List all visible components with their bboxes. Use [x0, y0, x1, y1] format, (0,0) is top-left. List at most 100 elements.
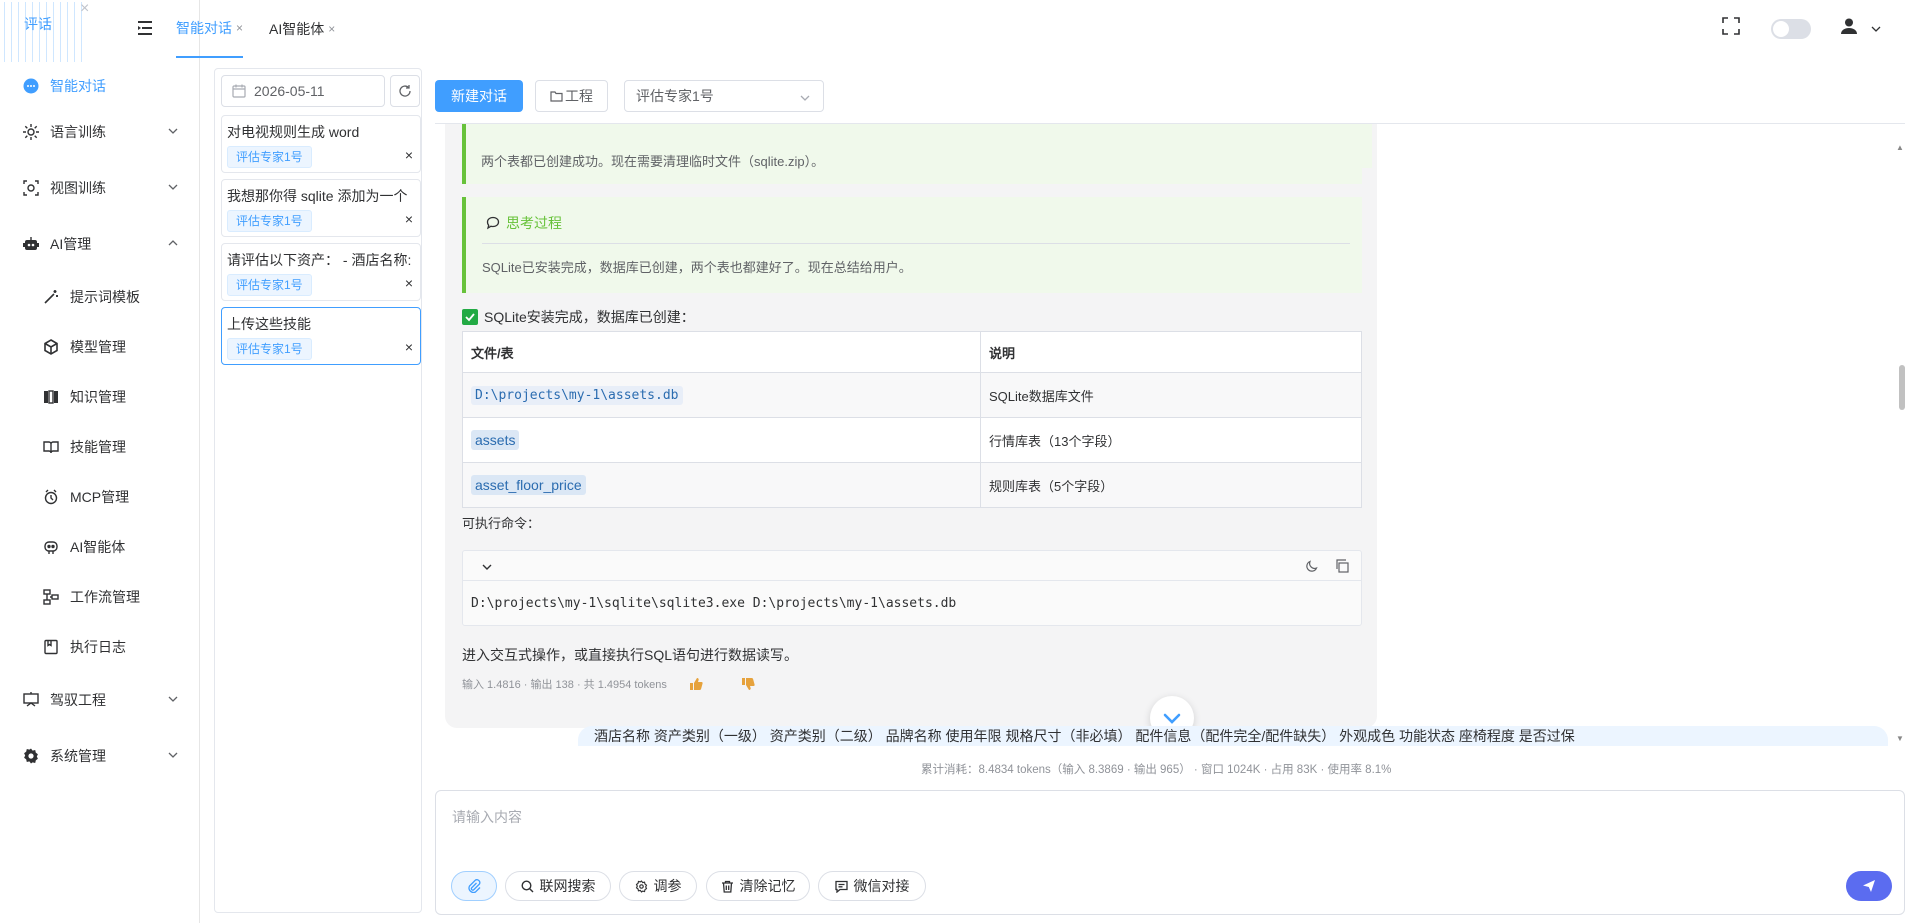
chevron-down-icon: [168, 128, 178, 134]
sidebar-item-ai-agent[interactable]: AI智能体: [0, 522, 199, 572]
logo-close[interactable]: ×: [80, 0, 89, 18]
inline-code: assets: [471, 430, 520, 450]
table-header: 说明: [980, 331, 1362, 373]
session-card[interactable]: 请评估以下资产： - 酒店名称: 评估专家1号 ×: [221, 243, 421, 301]
inline-code: D:\projects\my-1\assets.db: [471, 385, 683, 405]
sidebar-item-exec-log[interactable]: 执行日志: [0, 622, 199, 672]
chat-area[interactable]: 两个表都已创建成功。现在需要清理临时文件（sqlite.zip）。 思考过程 S…: [435, 124, 1905, 746]
sidebar-item-mcp-manage[interactable]: MCP管理: [0, 472, 199, 522]
user-avatar-icon[interactable]: [1840, 17, 1858, 35]
table-cell: assets: [462, 417, 981, 463]
tune-button[interactable]: 调参: [619, 871, 697, 901]
refresh-icon: [399, 85, 411, 97]
thumbs-up-icon[interactable]: [689, 677, 703, 691]
refresh-button[interactable]: [390, 75, 420, 107]
mcp-icon: [42, 488, 60, 506]
chevron-down-icon[interactable]: [481, 561, 493, 573]
tab-close-icon[interactable]: ×: [236, 21, 243, 35]
thinking-divider: [482, 243, 1350, 244]
close-icon[interactable]: ×: [405, 275, 413, 291]
session-agent-tag: 评估专家1号: [227, 210, 312, 232]
session-agent-tag: 评估专家1号: [227, 274, 312, 296]
attach-button[interactable]: [451, 871, 497, 901]
comment-icon: [486, 216, 500, 230]
thumbs-down-icon[interactable]: [741, 677, 755, 691]
agent-icon: [42, 538, 60, 556]
usage-summary: 累计消耗：8.4834 tokens（输入 8.3869 · 输出 965） ·…: [921, 764, 1392, 776]
scroll-up-arrow[interactable]: ▲: [1896, 143, 1904, 152]
thinking-title[interactable]: 思考过程: [486, 213, 562, 233]
fullscreen-icon[interactable]: [1722, 17, 1740, 35]
after-text: 进入交互式操作，或直接执行SQL语句进行数据读写。: [462, 647, 799, 663]
moon-icon[interactable]: [1305, 559, 1319, 573]
sidebar-item-label: 知识管理: [70, 389, 126, 405]
sidebar-item-knowledge-manage[interactable]: 知识管理: [0, 372, 199, 422]
tab-ai-agent[interactable]: AI智能体 ×: [269, 0, 335, 58]
session-card-active[interactable]: 上传这些技能 评估专家1号 ×: [221, 307, 421, 365]
sidebar-item-system-manage[interactable]: 系统管理: [0, 728, 199, 784]
logo: 评话 ×: [0, 0, 110, 64]
web-search-button[interactable]: 联网搜索: [505, 871, 611, 901]
chevron-down-icon[interactable]: [1870, 23, 1882, 35]
project-label: 工程: [565, 88, 593, 104]
date-picker[interactable]: 2026-05-11: [221, 75, 385, 107]
sidebar-item-view[interactable]: 视图训练: [0, 160, 199, 216]
scrollbar-thumb[interactable]: [1899, 365, 1905, 410]
sidebar-item-drive-project[interactable]: 驾驭工程: [0, 672, 199, 728]
table-row: asset_floor_price 规则库表（5个字段）: [462, 462, 1362, 508]
sidebar-item-label: AI管理: [50, 236, 92, 252]
new-chat-button[interactable]: 新建对话: [435, 80, 523, 112]
sidebar-item-ai-manage[interactable]: AI管理: [0, 216, 199, 272]
chevron-up-icon: [168, 240, 178, 246]
sidebar-item-skill-manage[interactable]: 技能管理: [0, 422, 199, 472]
session-card[interactable]: 对电视规则生成 word 评估专家1号 ×: [221, 115, 421, 173]
sidebar-item-prompt-template[interactable]: 提示词模板: [0, 272, 199, 322]
scroll-down-arrow[interactable]: ▼: [1896, 734, 1904, 743]
date-value: 2026-05-11: [254, 83, 325, 99]
session-title: 我想那你得 sqlite 添加为一个: [227, 188, 408, 204]
project-icon: [22, 691, 40, 709]
close-icon[interactable]: ×: [405, 211, 413, 227]
check-mark-icon: [462, 309, 478, 325]
logo-text: 评话: [24, 16, 52, 32]
sidebar-item-workflow-manage[interactable]: 工作流管理: [0, 572, 199, 622]
skill-book-icon: [42, 438, 60, 456]
copy-icon[interactable]: [1335, 559, 1349, 573]
wechat-button[interactable]: 微信对接: [818, 871, 926, 901]
tab-smart-chat[interactable]: 智能对话 ×: [176, 0, 244, 58]
sidebar-item-label: 模型管理: [70, 339, 126, 355]
done-text: SQLite安装完成，数据库已创建：: [484, 309, 695, 325]
sidebar-item-label: 驾驭工程: [50, 692, 106, 708]
thinking-title-label: 思考过程: [506, 215, 562, 231]
sidebar-item-language[interactable]: 语言训练: [0, 104, 199, 160]
project-button[interactable]: 工程: [535, 80, 608, 112]
close-icon[interactable]: ×: [405, 339, 413, 355]
sidebar-item-chat[interactable]: 智能对话: [0, 68, 199, 104]
close-icon[interactable]: ×: [405, 147, 413, 163]
inline-code: asset_floor_price: [471, 475, 586, 495]
command-label: 可执行命令：: [462, 516, 541, 531]
table-cell: asset_floor_price: [462, 462, 981, 508]
clear-memory-label: 清除记忆: [739, 878, 796, 894]
calendar-icon: [232, 84, 246, 98]
theme-toggle[interactable]: [1771, 19, 1811, 39]
sidebar-item-model-manage[interactable]: 模型管理: [0, 322, 199, 372]
tool-result-box: 两个表都已创建成功。现在需要清理临时文件（sqlite.zip）。: [462, 124, 1362, 184]
thinking-body: SQLite已安装完成，数据库已创建，两个表也都建好了。现在总结给用户。: [482, 260, 912, 275]
sidebar-item-label: 执行日志: [70, 639, 126, 655]
thinking-box: 思考过程 SQLite已安装完成，数据库已创建，两个表也都建好了。现在总结给用户…: [462, 197, 1362, 293]
sidebar: 评话 × 智能对话 语言训练 视图训练 AI管理 提示词模板 模型管理 知识管理…: [0, 0, 200, 923]
chevron-down-icon: [168, 184, 178, 190]
tab-close-icon[interactable]: ×: [328, 22, 335, 36]
search-icon: [520, 879, 533, 892]
done-line: SQLite安装完成，数据库已创建：: [462, 307, 695, 327]
session-agent-tag: 评估专家1号: [227, 338, 312, 360]
agent-select[interactable]: 评估专家1号: [624, 80, 824, 112]
view-icon: [22, 179, 40, 197]
tool-result-text: 两个表都已创建成功。现在需要清理临时文件（sqlite.zip）。: [481, 154, 825, 169]
session-card[interactable]: 我想那你得 sqlite 添加为一个 评估专家1号 ×: [221, 179, 421, 237]
hamburger-icon[interactable]: [138, 20, 156, 36]
book-icon: [42, 388, 60, 406]
send-button[interactable]: [1846, 871, 1892, 901]
clear-memory-button[interactable]: 清除记忆: [706, 871, 810, 901]
